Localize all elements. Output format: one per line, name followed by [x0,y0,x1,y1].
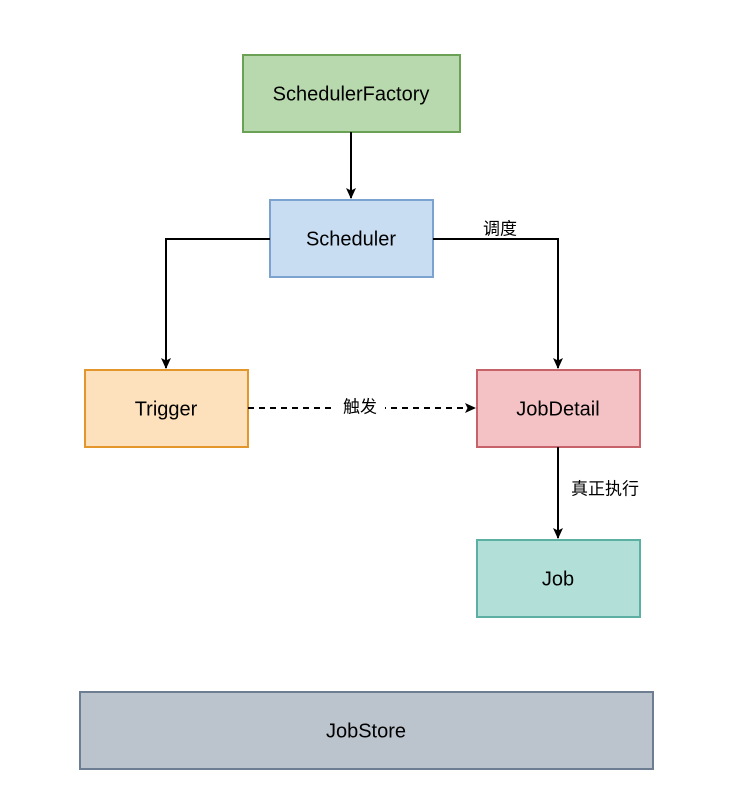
node-trigger-label: Trigger [135,398,198,420]
node-scheduler: Scheduler [270,200,433,277]
node-job: Job [477,540,640,617]
node-scheduler-label: Scheduler [306,228,396,250]
node-jobstore: JobStore [80,692,653,769]
node-job-label: Job [542,568,574,590]
node-trigger: Trigger [85,370,248,447]
edge-schedule-label: 调度 [483,219,517,238]
node-scheduler-factory: SchedulerFactory [243,55,460,132]
edge-scheduler-to-jobdetail [433,239,558,368]
node-jobstore-label: JobStore [326,720,406,742]
edge-scheduler-to-trigger [166,239,270,368]
node-scheduler-factory-label: SchedulerFactory [273,83,430,105]
edge-trigger-label: 触发 [343,397,377,416]
edge-execute-label: 真正执行 [571,479,639,498]
node-jobdetail: JobDetail [477,370,640,447]
node-jobdetail-label: JobDetail [516,398,599,420]
